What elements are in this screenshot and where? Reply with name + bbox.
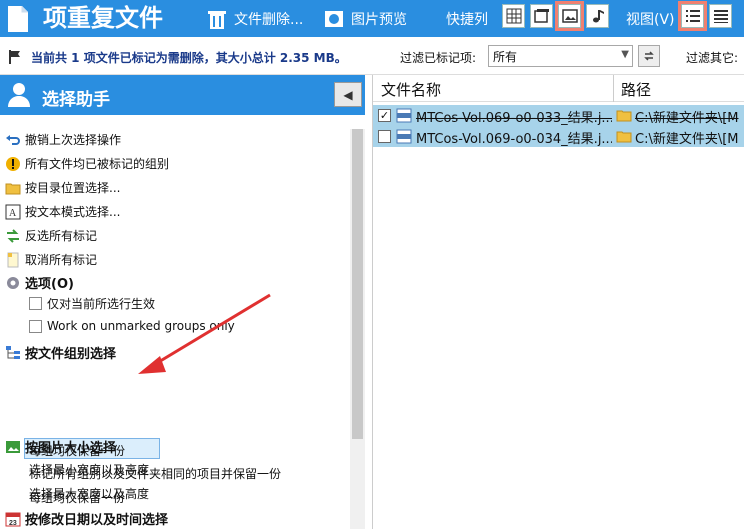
date-time-section[interactable]: 23 按修改日期以及时间选择 xyxy=(5,509,168,528)
assistant-title: 选择助手 xyxy=(42,90,110,110)
window-icon xyxy=(533,9,549,23)
options-title: 选项(O) xyxy=(25,277,74,292)
scrollbar[interactable] xyxy=(350,129,365,529)
invert-icon xyxy=(7,228,19,243)
invert-marks-label: 反选所有标记 xyxy=(25,229,98,243)
select-min-size-item[interactable]: 选择最小宽度以及高度 xyxy=(29,461,149,478)
image-size-title: 按图片大小选择 xyxy=(25,441,117,456)
app-title: 项重复文件 xyxy=(43,4,163,32)
filter-marked-label: 过滤已标记项: xyxy=(400,51,477,65)
text-icon: A xyxy=(5,204,21,219)
flag-icon xyxy=(9,50,20,64)
row-checkbox[interactable] xyxy=(378,130,391,143)
calendar-icon: 23 xyxy=(5,512,21,527)
results-grid: 文件名称 路径 ✓ MTCos-Vol.069-o0-033_结果.j... C… xyxy=(372,75,744,529)
refresh-icon xyxy=(644,51,654,61)
document-icon xyxy=(8,6,28,32)
image-column-button[interactable] xyxy=(555,1,584,31)
select-by-folder-item[interactable]: 按目录位置选择... xyxy=(5,179,120,196)
options-section[interactable]: 选项(O) xyxy=(5,273,74,292)
current-rows-checkbox[interactable] xyxy=(29,297,42,310)
status-text: 当前共 1 项文件已标记为需删除，其大小总计 2.35 MB。 xyxy=(31,51,347,65)
view-menu-label: 视图(V) xyxy=(626,11,675,28)
svg-text:23: 23 xyxy=(9,520,17,527)
image-icon xyxy=(561,9,578,23)
filter-marked-value: 所有 xyxy=(493,50,518,64)
app-titlebar: 项重复文件 文件删除... 图片预览 快捷列 视图(V) xyxy=(0,0,744,37)
filter-other-label: 过滤其它: xyxy=(686,51,739,65)
music-note-icon xyxy=(592,10,604,23)
view-menu[interactable]: 视图(V) xyxy=(626,0,675,37)
list-view-button[interactable] xyxy=(678,1,707,31)
undo-selection-label: 撤销上次选择操作 xyxy=(25,133,122,147)
select-by-text-label: 按文本模式选择... xyxy=(25,205,121,219)
row-path: C:\新建文件夹\[M xyxy=(635,111,739,126)
column-separator[interactable] xyxy=(613,75,614,102)
group-select-title: 按文件组别选择 xyxy=(25,347,117,362)
table-row[interactable]: MTCos-Vol.069-o0-034_结果.j... C:\新建文件夹\[M xyxy=(373,126,744,147)
invert-marks-item[interactable]: 反选所有标记 xyxy=(5,227,97,244)
all-marked-groups-label: 所有文件均已被标记的组别 xyxy=(25,157,170,171)
tree-icon xyxy=(6,345,20,359)
details-list-icon xyxy=(713,10,728,23)
trash-icon xyxy=(208,10,226,29)
triangle-left-icon: ◀ xyxy=(343,87,353,102)
user-icon xyxy=(8,83,30,107)
folder-icon xyxy=(5,183,21,194)
group-select-section[interactable]: 按文件组别选择 xyxy=(5,343,116,362)
collapse-panel-button[interactable]: ◀ xyxy=(334,82,362,107)
clear-marks-item[interactable]: 取消所有标记 xyxy=(5,251,97,268)
quick-columns-label: 快捷列 xyxy=(446,11,488,28)
jpg-file-icon xyxy=(396,108,412,123)
jpg-file-icon xyxy=(396,129,412,144)
status-bar: 当前共 1 项文件已标记为需删除，其大小总计 2.35 MB。 过滤已标记项: … xyxy=(0,37,744,75)
row-file-name: MTCos-Vol.069-o0-033_结果.j... xyxy=(416,111,612,126)
assistant-header: 选择助手 ◀ xyxy=(0,75,365,115)
date-time-title: 按修改日期以及时间选择 xyxy=(25,513,169,528)
all-marked-groups-item[interactable]: 所有文件均已被标记的组别 xyxy=(5,155,169,172)
chevron-down-icon: ▼ xyxy=(621,49,629,60)
image-preview-button[interactable]: 图片预览 xyxy=(323,0,407,37)
clear-marks-label: 取消所有标记 xyxy=(25,253,98,267)
scrollbar-thumb[interactable] xyxy=(352,129,363,439)
gear-icon xyxy=(7,276,19,289)
folder-icon xyxy=(616,110,632,122)
image-preview-label: 图片预览 xyxy=(351,11,407,28)
row-file-name: MTCos-Vol.069-o0-034_结果.j... xyxy=(416,132,612,147)
row-checkbox[interactable]: ✓ xyxy=(378,109,391,122)
window-view-button[interactable] xyxy=(530,4,553,28)
warning-icon xyxy=(6,156,20,171)
delete-files-label: 文件删除... xyxy=(234,11,304,28)
select-max-size-item[interactable]: 选择最大宽度以及高度 xyxy=(29,485,149,502)
refresh-filter-button[interactable] xyxy=(638,45,660,67)
grid-header: 文件名称 路径 xyxy=(373,75,744,102)
table-row[interactable]: ✓ MTCos-Vol.069-o0-033_结果.j... C:\新建文件夹\… xyxy=(373,105,744,126)
column-header-path[interactable]: 路径 xyxy=(621,79,651,100)
image-preview-icon xyxy=(325,10,343,27)
music-column-button[interactable] xyxy=(586,4,609,28)
image-size-icon xyxy=(6,440,20,453)
undo-icon xyxy=(6,134,20,145)
svg-text:A: A xyxy=(9,208,17,219)
folder-icon xyxy=(616,131,632,143)
grid-view-button[interactable] xyxy=(502,4,525,28)
details-view-button[interactable] xyxy=(709,4,732,28)
undo-selection-item[interactable]: 撤销上次选择操作 xyxy=(5,131,121,148)
clear-icon xyxy=(7,252,19,267)
row-path: C:\新建文件夹\[M xyxy=(635,132,739,147)
grid-icon xyxy=(506,8,521,24)
select-by-folder-label: 按目录位置选择... xyxy=(25,181,121,195)
delete-files-button[interactable]: 文件删除... xyxy=(206,0,303,37)
image-size-section[interactable]: 按图片大小选择 xyxy=(5,437,116,456)
list-icon xyxy=(685,10,700,22)
annotation-arrow xyxy=(138,293,271,374)
column-header-name[interactable]: 文件名称 xyxy=(381,79,441,100)
filter-marked-select[interactable]: 所有 ▼ xyxy=(488,45,633,67)
unmarked-groups-checkbox[interactable] xyxy=(29,319,42,333)
select-by-text-item[interactable]: A 按文本模式选择... xyxy=(5,203,120,220)
